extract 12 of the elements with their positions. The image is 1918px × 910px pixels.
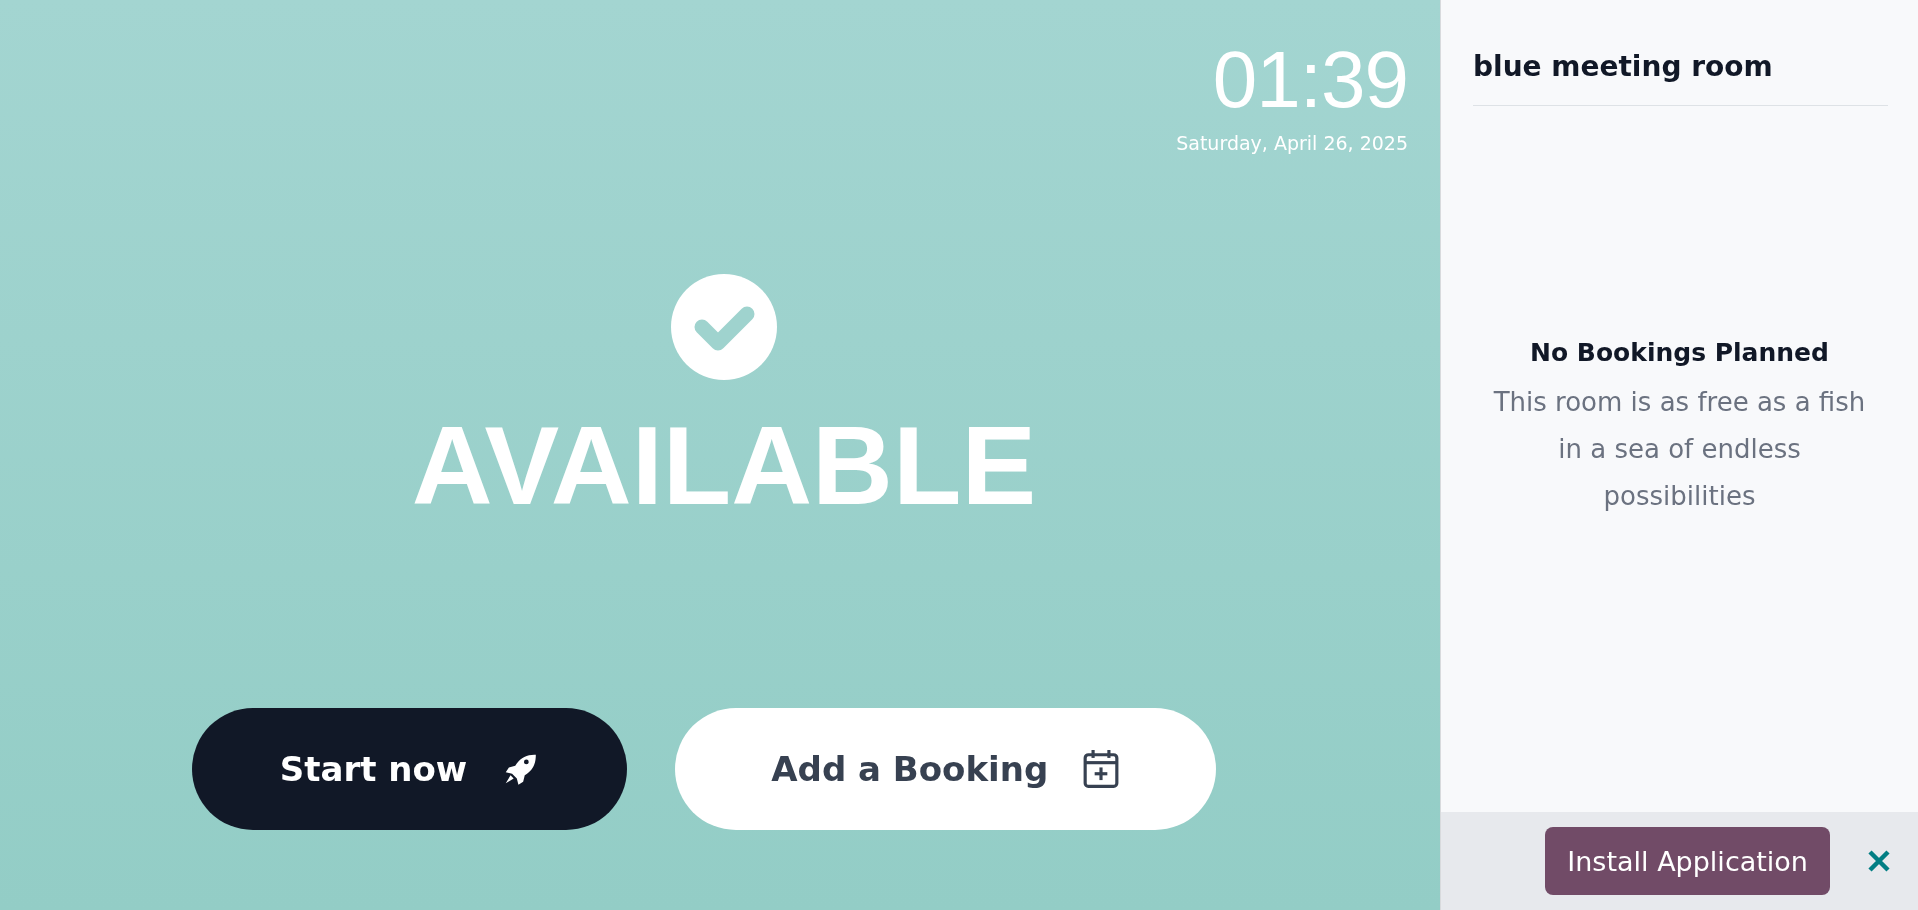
start-button[interactable]: Start now bbox=[191, 708, 628, 830]
booking-button[interactable]: Add a Booking bbox=[675, 708, 1217, 830]
status-label: AVAILABLE bbox=[411, 404, 1037, 528]
checkmark-circle-icon bbox=[671, 274, 777, 381]
room-name: blue meeting room bbox=[1473, 50, 1888, 106]
empty-state-text: This room is as free as a fish in a sea of endless possibilities bbox=[1492, 386, 1867, 513]
empty-state-title: No Bookings Planned bbox=[1530, 338, 1829, 368]
clock-time: 01:39 bbox=[1212, 40, 1408, 120]
calendar-plus-icon bbox=[1082, 748, 1121, 790]
clock-date: Saturday, April 26, 2025 bbox=[1176, 132, 1408, 154]
install-button[interactable]: Install Application bbox=[1545, 827, 1830, 895]
close-icon[interactable] bbox=[1866, 848, 1892, 874]
